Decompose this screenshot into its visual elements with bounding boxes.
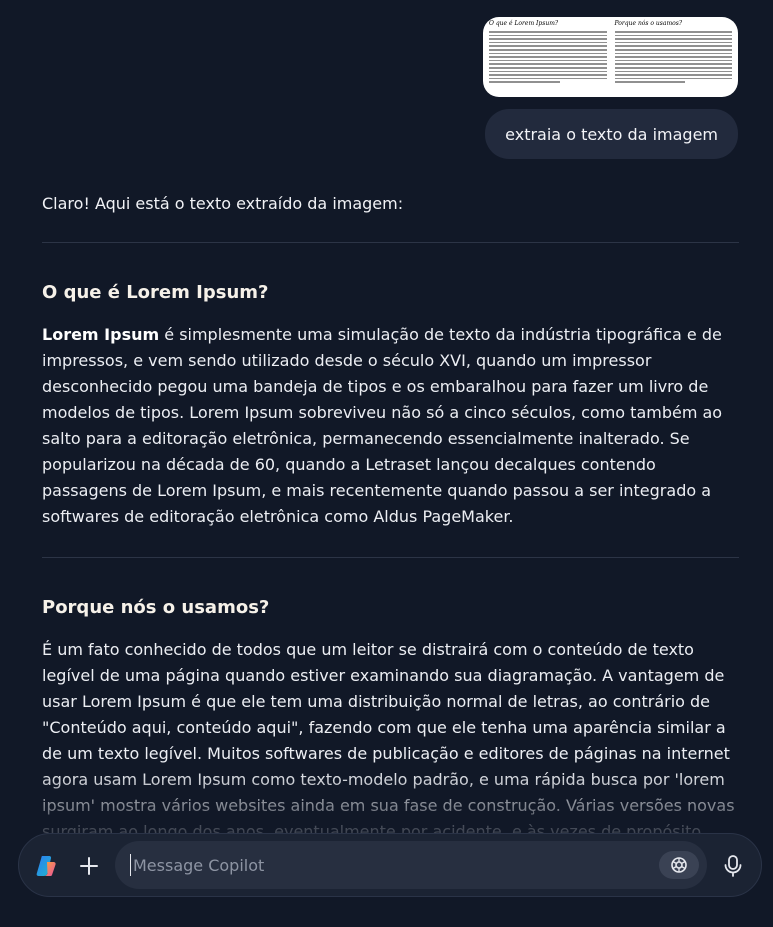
camera-button[interactable] <box>659 851 699 879</box>
thumbnail-left-column: O que é Lorem Ipsum? <box>489 20 607 94</box>
bold-lead: Lorem Ipsum <box>42 325 160 344</box>
thumbnail-right-heading: Porque nós o usamos? <box>614 20 683 27</box>
section-heading-1: O que é Lorem Ipsum? <box>42 282 269 303</box>
plus-icon <box>80 857 98 875</box>
message-composer <box>18 833 762 897</box>
microphone-button[interactable] <box>721 854 745 878</box>
add-attachment-button[interactable] <box>74 851 104 881</box>
assistant-response: Claro! Aqui está o texto extraído da ima… <box>42 193 739 871</box>
user-message-bubble: extraia o texto da imagem <box>485 109 738 159</box>
thumbnail-right-column: Porque nós o usamos? <box>614 20 732 94</box>
section-heading-2: Porque nós o usamos? <box>42 597 270 618</box>
thumbnail-left-heading: O que é Lorem Ipsum? <box>489 20 559 27</box>
section-paragraph-1: Lorem Ipsum é simplesmente uma simulação… <box>42 322 739 530</box>
message-input-container <box>115 841 707 889</box>
section-1-body: é simplesmente uma simulação de texto da… <box>42 325 723 526</box>
copilot-logo-icon[interactable] <box>35 854 59 878</box>
chat-page: O que é Lorem Ipsum? Porque nós o usamos… <box>0 0 773 927</box>
divider <box>42 242 739 243</box>
camera-icon <box>671 857 687 873</box>
response-intro: Claro! Aqui está o texto extraído da ima… <box>42 194 404 213</box>
message-input[interactable] <box>130 854 650 876</box>
attached-image-thumbnail[interactable]: O que é Lorem Ipsum? Porque nós o usamos… <box>483 17 738 97</box>
microphone-icon <box>724 855 742 877</box>
divider <box>42 557 739 558</box>
